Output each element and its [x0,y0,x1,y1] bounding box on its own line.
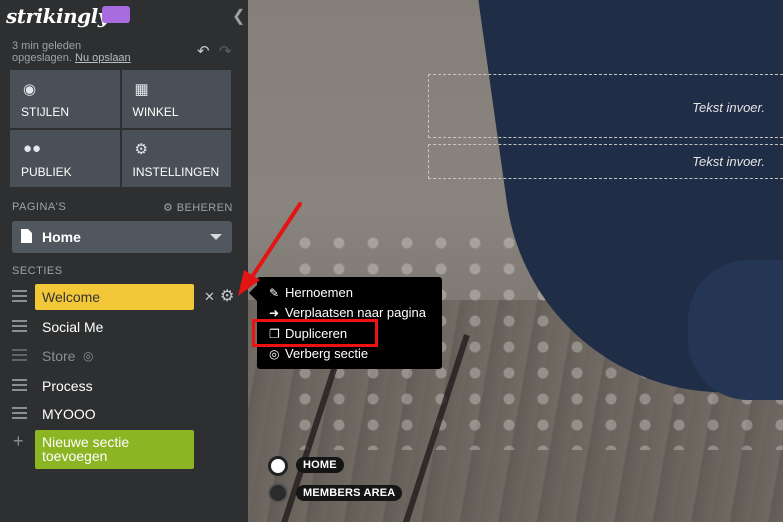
text-placeholder: Tekst invoer. [692,154,765,169]
redo-icon[interactable]: ↷ [219,42,232,60]
save-now-link[interactable]: Nu opslaan [75,52,131,64]
eye-slash-icon: ◎ [83,349,94,363]
menu-item-label: Hernoemen [285,285,353,300]
drag-handle-icon[interactable] [12,379,27,391]
gear-icon: ⚙ [163,202,174,214]
manage-pages-label: BEHEREN [176,202,233,214]
nav-label-home[interactable]: HOME [296,457,344,473]
text-input-box[interactable]: Tekst invoer. [428,144,783,179]
current-page-name: Home [42,229,81,245]
section-row-process[interactable]: Process [0,373,248,399]
plus-icon[interactable]: + [13,431,24,452]
nav-dot-members-area[interactable] [268,483,288,503]
plan-badge [102,6,130,23]
sections-heading: SECTIES [12,265,63,277]
shopping-bag-icon: ▦ [134,81,149,98]
menu-item-move-to-page[interactable]: ➜ Verplaatsen naar pagina [269,305,426,320]
duplicate-highlight-box [252,319,378,347]
tile-store[interactable]: ▦ WINKEL [121,70,231,128]
chevron-down-icon [210,234,222,240]
tile-audience-label: PUBLIEK [21,164,72,179]
section-name: Process [42,378,93,394]
menu-item-label: Verberg sectie [285,346,369,361]
section-name: Social Me [42,319,104,335]
palette-icon: ◉ [23,81,37,98]
section-name: MYOOO [42,406,96,422]
drag-handle-icon[interactable] [12,407,27,419]
main-menu-tiles: ◉ STIJLEN ▦ WINKEL ●● PUBLIEK ⚙ INSTELLI… [10,70,231,187]
save-status: 3 min geleden opgeslagen. Nu opslaan [12,40,162,64]
save-status-time: 3 min geleden [12,40,82,52]
nav-label-members-area[interactable]: MEMBERS AREA [296,485,403,501]
tile-styles-label: STIJLEN [21,105,70,119]
section-active-chip[interactable]: Welcome [35,284,194,310]
text-input-box[interactable]: Tekst invoer. [428,74,783,138]
background-sleeve-cuff [688,260,783,400]
menu-item-hide-section[interactable]: ◎ Verberg sectie [269,346,368,361]
section-name: Store [42,348,76,364]
section-row-welcome[interactable]: Welcome ✕ ⚙ [0,284,248,310]
users-icon: ●● [23,139,42,157]
section-name: Welcome [42,289,101,305]
app-logo: strikingly [6,4,109,28]
menu-item-rename[interactable]: ✎ Hernoemen [269,285,353,300]
text-placeholder: Tekst invoer. [692,100,765,115]
tile-settings[interactable]: ⚙ INSTELLINGEN [121,129,231,187]
section-row-myooo[interactable]: MYOOO [0,401,248,427]
gear-icon: ⚙ [134,140,148,158]
gear-icon[interactable]: ⚙ [220,286,234,306]
collapse-sidebar-icon[interactable]: ❮ [232,6,245,26]
pencil-icon: ✎ [269,286,280,300]
save-status-text: opgeslagen. [12,52,72,64]
close-icon[interactable]: ✕ [204,289,215,305]
section-row-store[interactable]: Store ◎ [0,343,248,369]
drag-handle-icon[interactable] [12,349,27,361]
arrow-right-icon: ➜ [269,306,280,320]
add-section-button[interactable]: Nieuwe sectie toevoegen [35,430,194,469]
drag-handle-icon[interactable] [12,290,27,302]
document-icon [21,229,32,243]
section-row-social-me[interactable]: Social Me [0,314,248,340]
tile-settings-label: INSTELLINGEN [132,164,220,179]
tile-store-label: WINKEL [132,105,179,119]
tile-audience[interactable]: ●● PUBLIEK [10,129,120,187]
editor-sidebar: strikingly ❮ 3 min geleden opgeslagen. N… [0,0,248,522]
tile-styles[interactable]: ◉ STIJLEN [10,70,120,128]
eye-slash-icon: ◎ [269,347,280,361]
undo-icon[interactable]: ↶ [197,42,210,60]
pages-heading: PAGINA'S [12,201,67,213]
drag-handle-icon[interactable] [12,320,27,332]
nav-dot-home[interactable] [268,456,288,476]
manage-pages-button[interactable]: ⚙ BEHEREN [163,201,233,214]
menu-item-label: Verplaatsen naar pagina [285,305,426,320]
page-selector[interactable]: Home [12,221,232,253]
page-preview-canvas: Tekst invoer. Tekst invoer. HOME MEMBERS… [248,0,783,522]
